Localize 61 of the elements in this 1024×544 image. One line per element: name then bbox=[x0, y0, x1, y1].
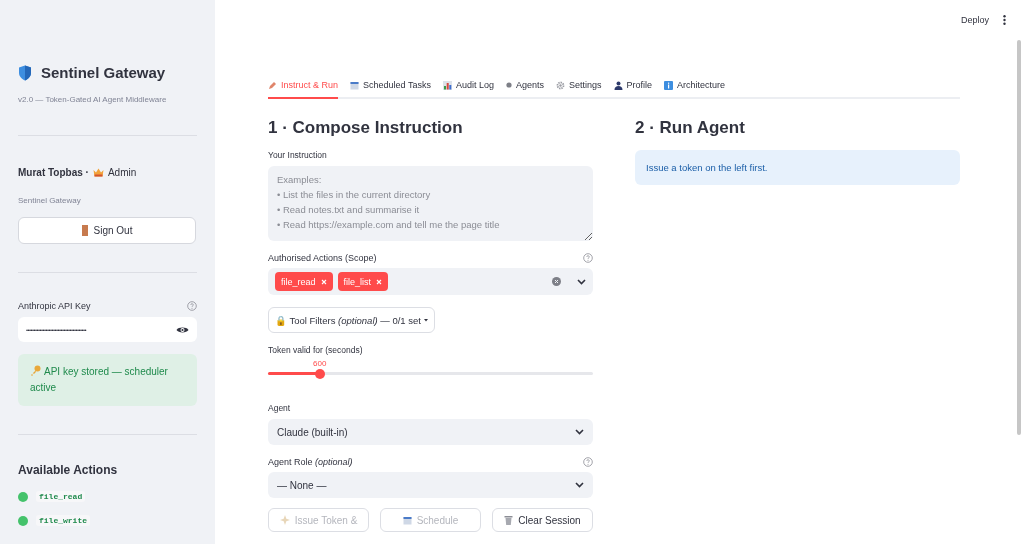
role-select[interactable]: — None — bbox=[268, 472, 593, 498]
slider-thumb[interactable] bbox=[315, 368, 325, 379]
status-dot-icon bbox=[18, 515, 28, 526]
remove-icon[interactable] bbox=[320, 278, 327, 285]
clear-icon[interactable] bbox=[552, 277, 561, 286]
action-button[interactable]: Clear Session bbox=[492, 508, 593, 532]
chevron-down-icon[interactable] bbox=[577, 278, 586, 285]
door-icon bbox=[81, 225, 88, 236]
field-label: Your Instruction bbox=[268, 150, 328, 160]
gear-icon bbox=[556, 80, 565, 90]
tab[interactable]: Profile bbox=[613, 78, 653, 99]
field-label: Token valid for (seconds) bbox=[268, 345, 364, 355]
section-heading: 2 · Run Agent bbox=[635, 118, 746, 138]
action-name: file_read bbox=[36, 491, 86, 502]
eye-icon[interactable] bbox=[176, 325, 189, 334]
key-icon bbox=[30, 365, 41, 376]
app-title: Sentinel Gateway bbox=[41, 64, 166, 81]
slider-value: 600 bbox=[313, 359, 328, 368]
api-key-label: Anthropic API Key bbox=[18, 301, 91, 311]
organization-name: Sentinel Gateway bbox=[18, 196, 82, 205]
field-label: Authorised Actions (Scope) bbox=[268, 253, 377, 263]
more-menu-icon[interactable] bbox=[1003, 15, 1006, 25]
success-message: API key stored — scheduler active bbox=[18, 354, 197, 406]
user-role: Admin bbox=[107, 167, 137, 178]
instruction-field[interactable]: Examples: • List the files in the current directory • Read notes.txt and summarise it • Read https://example.com and tell me the page title bbox=[268, 166, 593, 241]
field-label: Agent Role (optional) bbox=[268, 457, 353, 467]
bar-chart-icon bbox=[442, 80, 452, 90]
field-label: Agent bbox=[268, 403, 292, 413]
person-icon bbox=[613, 80, 623, 90]
remove-icon[interactable] bbox=[376, 278, 383, 285]
calendar-icon bbox=[402, 515, 412, 525]
tab[interactable]: Settings bbox=[556, 78, 602, 99]
help-icon[interactable] bbox=[187, 301, 197, 311]
info-icon bbox=[664, 80, 674, 90]
help-icon[interactable] bbox=[583, 253, 593, 263]
help-icon[interactable] bbox=[583, 457, 593, 467]
caret-icon bbox=[423, 318, 428, 322]
shield-icon bbox=[18, 64, 32, 81]
chevron-down-icon[interactable] bbox=[575, 482, 584, 488]
trash-icon bbox=[504, 515, 514, 525]
action-name: file_write bbox=[36, 515, 90, 526]
calendar-icon bbox=[350, 80, 360, 90]
tool-filters-expander[interactable]: 🔒 Tool Filters (optional) — 0/1 set bbox=[268, 307, 435, 333]
tab[interactable]: Architecture bbox=[664, 78, 726, 99]
tab[interactable]: Audit Log bbox=[442, 78, 494, 99]
pencil-icon bbox=[268, 80, 277, 90]
info-message: Issue a token on the left first. bbox=[635, 150, 960, 185]
tab[interactable]: Agents bbox=[505, 78, 544, 99]
sign-out-button[interactable]: Sign Out bbox=[18, 217, 196, 244]
deploy-button[interactable]: Deploy bbox=[961, 15, 989, 25]
crown-icon bbox=[92, 168, 104, 177]
agent-select[interactable]: Claude (built-in) bbox=[268, 419, 593, 445]
user-name: Murat Topbas · bbox=[18, 167, 89, 178]
sparkle-icon bbox=[279, 515, 290, 525]
status-dot-icon bbox=[18, 491, 28, 502]
section-title: Available Actions bbox=[18, 463, 119, 477]
scrollbar[interactable] bbox=[1017, 40, 1021, 435]
tab[interactable]: Scheduled Tasks bbox=[350, 78, 431, 99]
chevron-down-icon[interactable] bbox=[575, 429, 584, 435]
section-heading: 1 · Compose Instruction bbox=[268, 118, 464, 138]
app-subtitle: v2.0 — Token-Gated AI Agent Middleware bbox=[18, 95, 168, 104]
